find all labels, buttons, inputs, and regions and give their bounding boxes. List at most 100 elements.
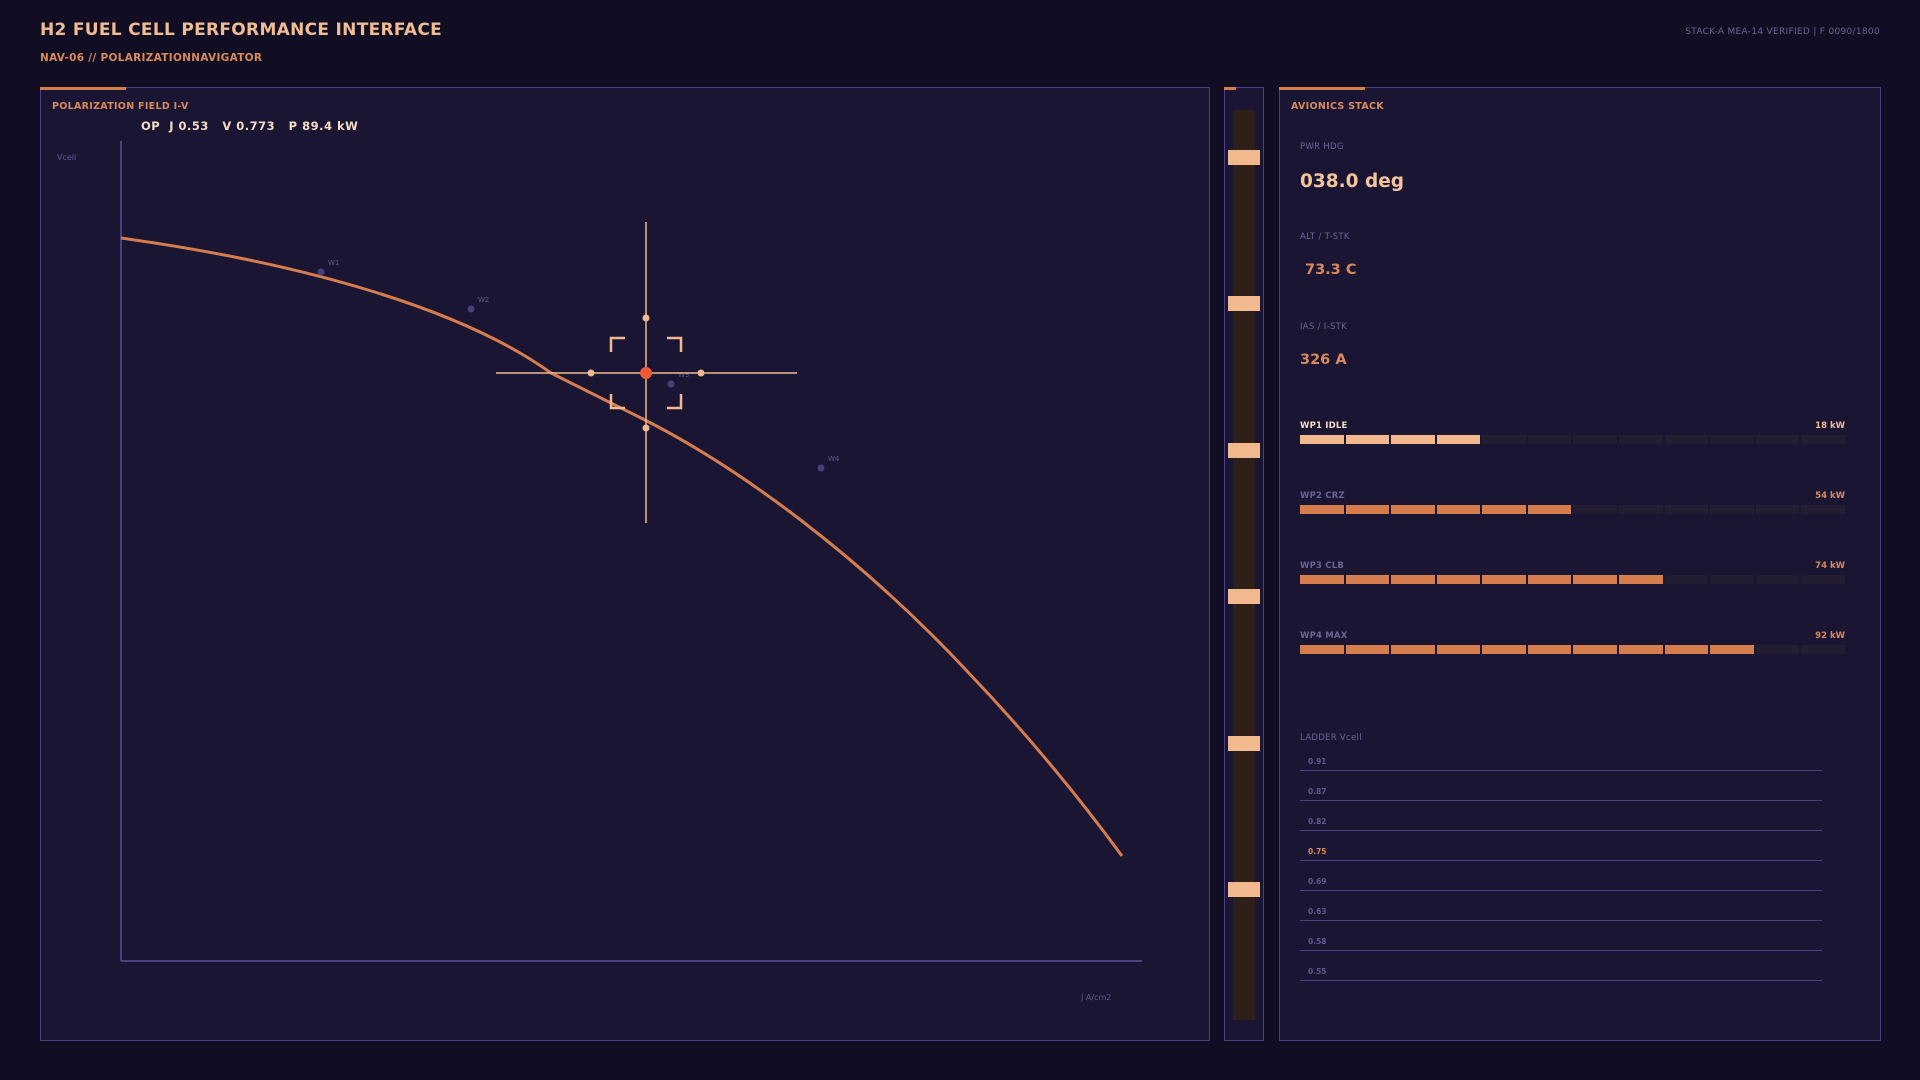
bar-segment <box>1345 435 1390 444</box>
ias-istk-value: 326 A <box>1300 352 1347 368</box>
avionics-panel-label: AVIONICS STACK <box>1291 101 1384 112</box>
bar-segment <box>1619 645 1663 654</box>
polarization-plot[interactable]: W1 W2 W3 W4 <box>41 88 1209 1040</box>
ladder-value: 0.55 <box>1308 967 1327 976</box>
waypoint-w2-marker[interactable] <box>467 305 475 313</box>
scale-slider[interactable] <box>1224 87 1264 1041</box>
bar-segment <box>1664 645 1709 654</box>
app-title: H2 FUEL CELL PERFORMANCE INTERFACE <box>40 20 443 40</box>
bar-segment <box>1300 435 1344 444</box>
bar-segment <box>1391 435 1435 444</box>
bar-segment <box>1573 645 1618 654</box>
bar-segment <box>1345 575 1390 584</box>
alt-tstk-label: ALT / T-STK <box>1300 232 1350 242</box>
waypoint-w4-marker[interactable] <box>817 464 825 472</box>
wp-value: 18 kW <box>1815 421 1845 431</box>
pwr-hdg-label: PWR HDG <box>1300 142 1344 152</box>
waypoint-w1-label: W1 <box>328 259 339 267</box>
operating-point-reticle[interactable] <box>496 222 797 523</box>
bar-segment <box>1573 435 1618 444</box>
bar-segment <box>1664 575 1709 584</box>
ladder-row[interactable]: 0.69 <box>1300 870 1822 891</box>
bar-segment <box>1573 505 1618 514</box>
bar-segment <box>1755 645 1800 654</box>
bar-segment <box>1482 435 1526 444</box>
slider-accent <box>1224 87 1236 90</box>
bar-segment <box>1801 645 1845 654</box>
ladder-value: 0.91 <box>1308 757 1327 766</box>
waypoint-w2-label: W2 <box>478 296 489 304</box>
wp-row[interactable]: WP4 MAX 92 kW <box>1300 631 1845 661</box>
bar-segment <box>1801 505 1845 514</box>
waypoint-w4-label: W4 <box>828 455 840 463</box>
waypoint-w1-marker[interactable] <box>317 268 325 276</box>
panel-accent <box>1279 87 1365 90</box>
slider-mark[interactable] <box>1228 736 1260 751</box>
avionics-panel: AVIONICS STACK PWR HDG 038.0 deg ALT / T… <box>1279 87 1881 1041</box>
slider-mark[interactable] <box>1228 589 1260 604</box>
bar-segment <box>1573 575 1618 584</box>
bar-segment <box>1300 575 1344 584</box>
ladder-value: 0.87 <box>1308 787 1327 796</box>
ladder-title: LADDER Vcell <box>1300 733 1362 743</box>
wp-power-bar <box>1300 505 1845 514</box>
ladder-row[interactable]: 0.63 <box>1300 900 1822 921</box>
bar-segment <box>1619 435 1663 444</box>
bar-segment <box>1710 575 1754 584</box>
wp-power-bar <box>1300 645 1845 654</box>
ladder-row[interactable]: 0.58 <box>1300 930 1822 951</box>
bar-segment <box>1755 505 1800 514</box>
bar-segment <box>1391 575 1435 584</box>
wp-name: WP2 CRZ <box>1300 491 1345 501</box>
slider-mark[interactable] <box>1228 150 1260 165</box>
bar-segment <box>1345 505 1390 514</box>
wp-value: 54 kW <box>1815 491 1845 501</box>
alt-tstk-value: 73.3 C <box>1305 262 1357 278</box>
ladder-row[interactable]: 0.82 <box>1300 810 1822 831</box>
bar-segment <box>1436 435 1481 444</box>
wp-row[interactable]: WP1 IDLE 18 kW <box>1300 421 1845 451</box>
bar-segment <box>1436 505 1481 514</box>
ladder-value: 0.69 <box>1308 877 1327 886</box>
bar-segment <box>1391 505 1435 514</box>
bar-segment <box>1801 575 1845 584</box>
ladder-row[interactable]: 0.75 <box>1300 840 1822 861</box>
ias-istk-label: IAS / I-STK <box>1300 322 1348 332</box>
ladder-value: 0.75 <box>1308 847 1327 856</box>
bar-segment <box>1391 645 1435 654</box>
bar-segment <box>1345 645 1390 654</box>
bar-segment <box>1482 575 1526 584</box>
wp-power-bar <box>1300 435 1845 444</box>
operating-point-marker <box>640 367 652 379</box>
status-readout: STACK-A MEA-14 VERIFIED | F 0090/1800 <box>1685 27 1880 37</box>
ladder-row[interactable]: 0.91 <box>1300 750 1822 771</box>
slider-mark[interactable] <box>1228 882 1260 897</box>
bar-segment <box>1436 575 1481 584</box>
ladder-row[interactable]: 0.87 <box>1300 780 1822 801</box>
wp-power-bar <box>1300 575 1845 584</box>
wp-name: WP3 CLB <box>1300 561 1345 571</box>
bar-segment <box>1619 505 1663 514</box>
bar-segment <box>1300 645 1344 654</box>
slider-mark[interactable] <box>1228 443 1260 458</box>
ladder-value: 0.63 <box>1308 907 1327 916</box>
polarization-panel: POLARIZATION FIELD I-V OP J 0.53 V 0.773… <box>40 87 1210 1041</box>
bar-segment <box>1527 435 1572 444</box>
bar-segment <box>1436 645 1481 654</box>
bar-segment <box>1710 435 1754 444</box>
waypoint-w3-marker[interactable] <box>667 380 675 388</box>
wp-value: 74 kW <box>1815 561 1845 571</box>
wp-name: WP4 MAX <box>1300 631 1348 641</box>
bar-segment <box>1664 435 1709 444</box>
wp-value: 92 kW <box>1815 631 1845 641</box>
bar-segment <box>1527 575 1572 584</box>
polarization-curve <box>120 236 1124 857</box>
slider-mark[interactable] <box>1228 296 1260 311</box>
ladder-row[interactable]: 0.55 <box>1300 960 1822 981</box>
app-subtitle: NAV-06 // POLARIZATIONNAVIGATOR <box>40 52 263 64</box>
bar-segment <box>1801 435 1845 444</box>
wp-row[interactable]: WP2 CRZ 54 kW <box>1300 491 1845 521</box>
bar-segment <box>1710 645 1754 654</box>
wp-row[interactable]: WP3 CLB 74 kW <box>1300 561 1845 591</box>
bar-segment <box>1482 645 1526 654</box>
